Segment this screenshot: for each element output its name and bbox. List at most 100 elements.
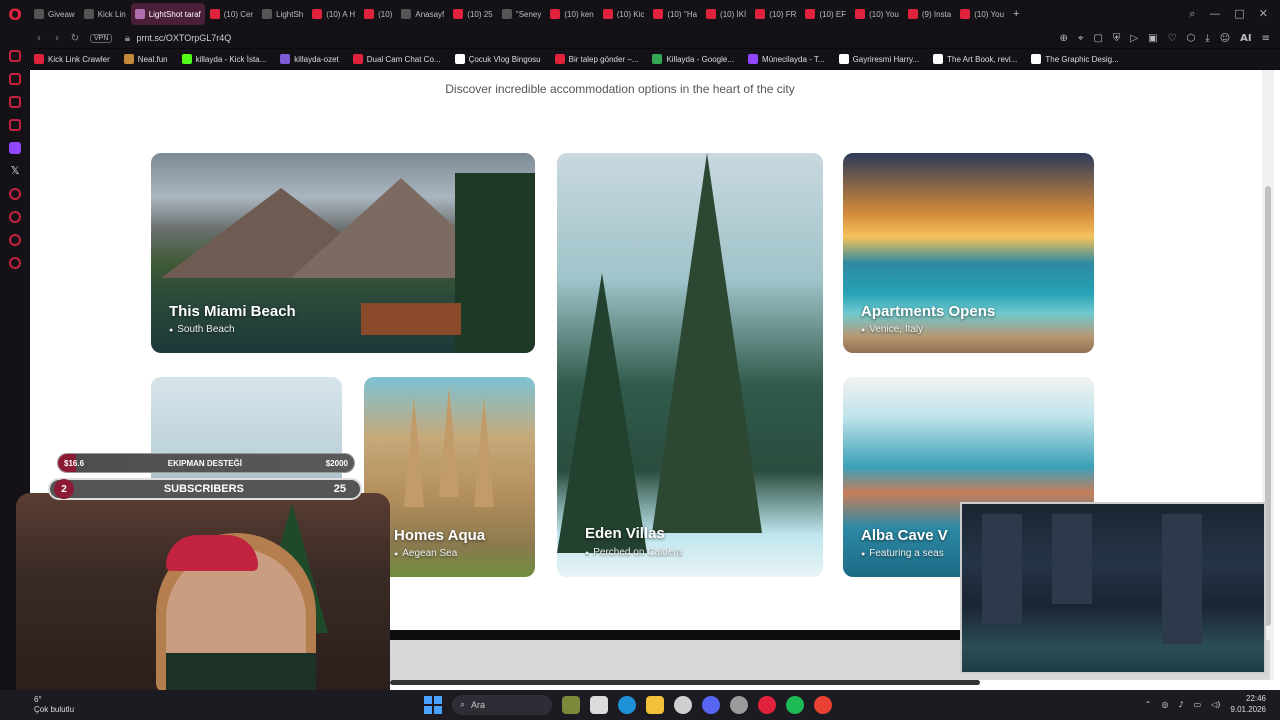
spire-shape [404, 397, 424, 507]
opera-logo-icon[interactable]: O [0, 0, 30, 28]
sidebar-wallet-icon[interactable] [9, 119, 21, 131]
bookmark-item[interactable]: killayda - Kick İsta... [181, 54, 266, 64]
chevron-up-icon[interactable]: ⌃ [1145, 700, 1152, 709]
browser-tab[interactable]: (10) ''Ha [649, 3, 701, 25]
browser-tab[interactable]: Anasayf [397, 3, 448, 25]
goal-current: $16.6 [64, 458, 85, 468]
copilot-icon[interactable]: ◎ [1161, 700, 1168, 709]
profile-icon[interactable]: ☺ [1220, 33, 1230, 44]
bookmark-item[interactable]: Gayriresmi Harry... [838, 54, 919, 64]
task-view-icon[interactable] [590, 696, 608, 714]
bookmark-item[interactable]: killayda-ozet [280, 54, 339, 64]
widget-app-icon[interactable] [562, 696, 580, 714]
extensions-icon[interactable]: ⬡ [1187, 33, 1196, 44]
url-field[interactable]: prnt.sc/OXTOrpGL7r4Q [136, 33, 231, 43]
volume-icon[interactable]: ◁) [1211, 700, 1220, 709]
spotify-icon[interactable] [786, 696, 804, 714]
microphone-icon[interactable]: ♪ [1178, 700, 1183, 709]
browser-tab[interactable]: (10) ken [546, 3, 597, 25]
edge-icon[interactable] [618, 696, 636, 714]
browser-tab[interactable]: (10) Kic [599, 3, 649, 25]
bookmark-item[interactable]: The Art Book, revi... [933, 54, 1017, 64]
search-label: Ara [471, 700, 486, 710]
browser-tab[interactable]: LightSh [258, 3, 307, 25]
bookmark-item[interactable]: Kick Link Crawler [34, 54, 110, 64]
bookmark-item[interactable]: Çocuk Vlog Bingosu [454, 54, 541, 64]
bookmark-item[interactable]: Neal.fun [123, 54, 168, 64]
horizontal-scrollbar[interactable] [390, 680, 980, 685]
minimize-icon[interactable]: — [1209, 7, 1220, 21]
chrome-icon[interactable] [814, 696, 832, 714]
search-tabs-icon[interactable]: ⌕ [1189, 7, 1195, 21]
wallet-icon[interactable]: ▣ [1148, 33, 1157, 44]
file-explorer-icon[interactable] [646, 696, 664, 714]
browser-tab[interactable]: (10) İKİ [702, 3, 750, 25]
zoom-icon[interactable]: ⊕ [1059, 33, 1067, 44]
download-icon[interactable]: ⤓ [1205, 33, 1209, 44]
sidebar-home-icon[interactable] [9, 50, 21, 62]
sidebar-bag-icon[interactable] [9, 73, 21, 85]
aria-ai-button[interactable]: AI [1240, 33, 1251, 44]
browser-tab[interactable]: (10) FR [751, 3, 800, 25]
forward-icon[interactable]: › [48, 33, 66, 44]
bookmark-item[interactable]: Bir talep gönder –... [554, 54, 638, 64]
x-twitter-icon[interactable]: 𝕏 [9, 165, 21, 177]
vpn-badge[interactable]: VPN [90, 33, 113, 43]
snapshot-icon[interactable]: ▢ [1093, 33, 1102, 44]
opera-taskbar-icon[interactable] [758, 696, 776, 714]
network-icon[interactable]: ▭ [1194, 700, 1202, 709]
browser-tab[interactable]: LightShot taraf [130, 3, 205, 25]
tab-label: LightShot taraf [148, 9, 201, 19]
card-location: South Beach [169, 324, 234, 335]
bookmark-item[interactable]: The Graphic Desig... [1031, 54, 1119, 64]
accommodation-card-apartments[interactable]: Apartments Opens Venice, Italy [843, 153, 1094, 353]
sidebar-history-icon[interactable] [9, 211, 21, 223]
menu-icon[interactable]: ≡ [1262, 33, 1270, 44]
card-location: Venice, Italy [861, 324, 923, 335]
browser-tab[interactable]: (10) [360, 3, 396, 25]
maximize-icon[interactable]: □ [1234, 7, 1244, 21]
browser-tab[interactable]: (10) EF [801, 3, 850, 25]
discord-icon[interactable] [702, 696, 720, 714]
accommodation-card-eden[interactable]: Eden Villas Perched on Caldera [557, 153, 823, 577]
sidebar-chat-icon[interactable] [9, 96, 21, 108]
settings-app-icon[interactable] [674, 696, 692, 714]
tab-favicon-icon [83, 9, 94, 19]
play-icon[interactable]: ▷ [1130, 33, 1138, 44]
accommodation-card-miami[interactable]: This Miami Beach South Beach [151, 153, 535, 353]
browser-tab[interactable]: Kick Lin [80, 3, 130, 25]
browser-tab[interactable]: (9) Insta [904, 3, 955, 25]
bookmark-item[interactable]: Dual Cam Chat Co... [352, 54, 441, 64]
bookmark-item[interactable]: Münecilayda - T... [748, 54, 825, 64]
tab-label: (10) Kic [616, 9, 645, 19]
taskbar-search[interactable]: ⌕ Ara [452, 695, 552, 715]
back-icon[interactable]: ‹ [30, 33, 48, 44]
reload-icon[interactable]: ↻ [66, 33, 84, 44]
windows-start-icon[interactable] [424, 696, 442, 714]
weather-widget[interactable]: 6° Çok bulutlu [0, 695, 74, 715]
new-tab-button[interactable]: + [1009, 3, 1023, 25]
tab-label: ''Seney [515, 9, 542, 19]
bookmark-item[interactable]: Killayda - Google... [652, 54, 734, 64]
browser-tab[interactable]: Giveaw [30, 3, 79, 25]
bookmark-label: Neal.fun [137, 54, 168, 64]
sidebar-settings-icon[interactable] [9, 257, 21, 269]
browser-tab[interactable]: (10) Cer [206, 3, 257, 25]
tab-label: Kick Lin [97, 9, 126, 19]
obs-icon[interactable] [730, 696, 748, 714]
shield-icon[interactable]: ⛨ [1113, 33, 1121, 44]
browser-tab[interactable]: (10) You [851, 3, 903, 25]
browser-tab[interactable]: (10) 25 [449, 3, 496, 25]
clock[interactable]: 22:46 9.01.2026 [1230, 693, 1266, 715]
browser-tab[interactable]: ''Seney [498, 3, 546, 25]
close-icon[interactable]: ✕ [1259, 7, 1268, 21]
sidebar-player-icon[interactable] [9, 188, 21, 200]
twitch-icon[interactable] [9, 142, 21, 154]
browser-tab[interactable]: (10) A H [308, 3, 359, 25]
pin-icon[interactable]: ⌖ [1078, 33, 1084, 44]
browser-tab[interactable]: (10) You [956, 3, 1008, 25]
spire-shape [439, 387, 459, 497]
bookmark-favicon-icon [123, 54, 134, 64]
sidebar-extensions-icon[interactable] [9, 234, 21, 246]
heart-icon[interactable]: ♡ [1168, 33, 1177, 44]
